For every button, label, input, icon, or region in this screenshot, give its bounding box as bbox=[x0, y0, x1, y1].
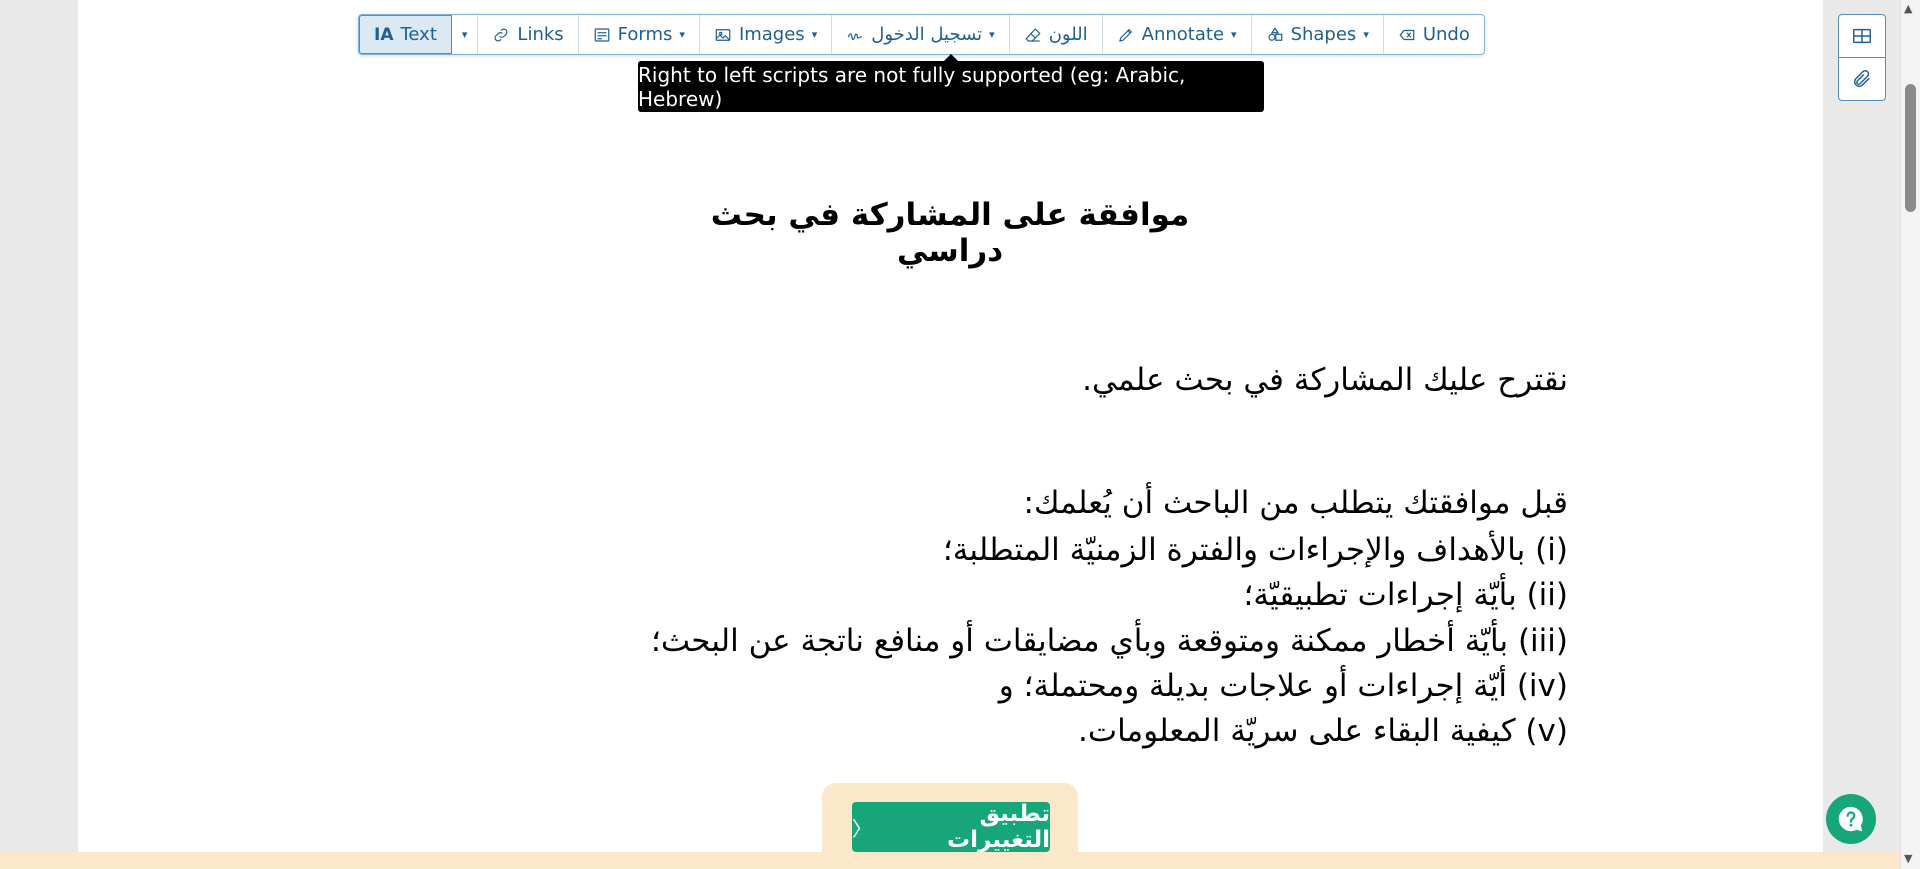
document-list-item[interactable]: (iv) أيّة إجراءات أو علاجات بديلة ومحتمل… bbox=[999, 668, 1568, 704]
rtl-warning-tooltip: Right to left scripts are not fully supp… bbox=[638, 54, 1264, 112]
shapes-label: Shapes bbox=[1290, 24, 1357, 45]
document-list-item[interactable]: (v) كيفية البقاء على سريّة المعلومات. bbox=[1078, 713, 1568, 749]
images-button[interactable]: Images ▾ bbox=[700, 15, 833, 54]
color-label: اللون bbox=[1048, 24, 1088, 45]
scrollbar-thumb[interactable] bbox=[1905, 84, 1916, 212]
forms-label: Forms bbox=[617, 24, 673, 45]
undo-delete-icon bbox=[1399, 29, 1415, 40]
document-list-item[interactable]: (ii) بأيّة إجراءات تطبيقيّة؛ bbox=[1244, 577, 1568, 613]
apply-changes-button[interactable]: تطبيق التغييرات 〈 bbox=[852, 801, 1050, 853]
text-icon: IA bbox=[374, 24, 394, 45]
shapes-button[interactable]: Shapes ▾ bbox=[1252, 15, 1384, 54]
image-icon bbox=[715, 28, 731, 41]
question-chat-icon bbox=[1838, 806, 1863, 832]
color-button[interactable]: اللون bbox=[1010, 15, 1103, 54]
document-title[interactable]: موافقة على المشاركة في بحث دراسي bbox=[700, 197, 1200, 269]
images-label: Images bbox=[738, 24, 805, 45]
form-icon bbox=[594, 27, 610, 42]
scroll-up-arrow-icon[interactable]: ▲ bbox=[1904, 2, 1912, 15]
sign-label: تسجيل الدخول bbox=[871, 24, 983, 45]
document-list-item[interactable]: (i) بالأهداف والإجراءات والفترة الزمنيّة… bbox=[943, 532, 1568, 568]
document-intro-paragraph[interactable]: نقترح عليك المشاركة في بحث علمي. bbox=[1082, 362, 1568, 398]
bottom-banner bbox=[0, 852, 1900, 869]
chevron-left-icon: 〈 bbox=[852, 816, 872, 841]
forms-button[interactable]: Forms ▾ bbox=[579, 15, 700, 54]
table-icon bbox=[1853, 28, 1871, 44]
signature-icon bbox=[847, 32, 863, 40]
text-tool-button[interactable]: IA Text bbox=[359, 15, 452, 54]
annotate-label: Annotate bbox=[1141, 24, 1225, 45]
right-side-panel bbox=[1823, 0, 1900, 852]
chevron-down-icon: ▾ bbox=[461, 28, 468, 41]
eraser-icon bbox=[1025, 27, 1041, 42]
apply-changes-label: تطبيق التغييرات bbox=[947, 801, 1050, 853]
links-label: Links bbox=[517, 24, 564, 45]
annotate-button[interactable]: Annotate ▾ bbox=[1103, 15, 1252, 54]
scroll-down-arrow-icon[interactable]: ▼ bbox=[1904, 852, 1912, 865]
tooltip-text: Right to left scripts are not fully supp… bbox=[638, 62, 1186, 111]
chevron-down-icon: ▾ bbox=[1363, 28, 1369, 41]
document-lead-paragraph[interactable]: قبل موافقتك يتطلب من الباحث أن يُعلمك: bbox=[1024, 485, 1568, 521]
undo-button[interactable]: Undo bbox=[1384, 15, 1484, 54]
chevron-down-icon: ▾ bbox=[1231, 28, 1237, 41]
text-options-dropdown[interactable]: ▾ bbox=[452, 15, 479, 54]
undo-label: Undo bbox=[1422, 24, 1470, 45]
shapes-icon bbox=[1267, 26, 1282, 41]
attachment-button[interactable] bbox=[1838, 57, 1886, 101]
chevron-down-icon: ▾ bbox=[811, 28, 818, 41]
link-icon bbox=[494, 28, 508, 41]
chevron-down-icon: ▾ bbox=[679, 28, 685, 41]
chevron-down-icon: ▾ bbox=[989, 28, 995, 41]
paperclip-icon bbox=[1853, 70, 1870, 88]
links-button[interactable]: Links bbox=[478, 15, 579, 54]
sign-button[interactable]: تسجيل الدخول ▾ bbox=[832, 15, 1010, 54]
editor-toolbar: IA Text ▾ Links Forms ▾ Images ▾ تسجيل ا… bbox=[358, 14, 1485, 55]
text-tool-label: Text bbox=[400, 24, 437, 45]
pen-icon bbox=[1118, 28, 1132, 42]
document-list-item[interactable]: (iii) بأيّة أخطار ممكنة ومتوقعة وبأي مضا… bbox=[651, 623, 1568, 659]
help-chat-button[interactable] bbox=[1826, 794, 1876, 844]
page-grid-button[interactable] bbox=[1838, 14, 1886, 58]
